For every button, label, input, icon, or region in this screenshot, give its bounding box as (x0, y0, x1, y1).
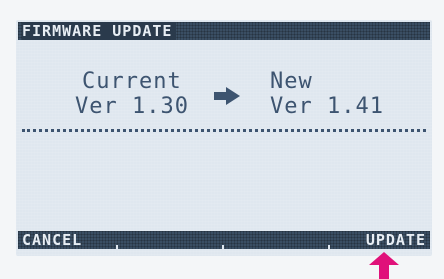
softkey-divider (328, 245, 330, 249)
new-version: Ver 1.41 (270, 94, 384, 119)
device-frame: FIRMWARE UPDATE Current Ver 1.30 New Ver… (0, 0, 444, 279)
screen-title: FIRMWARE UPDATE (22, 22, 177, 40)
cancel-softkey[interactable]: CANCEL (22, 231, 82, 249)
current-label: Current (82, 69, 182, 94)
current-version: Ver 1.30 (75, 94, 189, 119)
pointer-arrow-up-icon (369, 252, 399, 279)
divider (22, 129, 426, 132)
softkey-divider (222, 245, 224, 249)
arrow-right-icon (214, 87, 240, 105)
softkey-divider (116, 245, 118, 249)
title-bar: FIRMWARE UPDATE (18, 22, 430, 40)
new-label: New (270, 69, 313, 94)
lcd-screen (16, 20, 432, 256)
softkey-bar: CANCEL UPDATE (18, 231, 430, 249)
update-softkey[interactable]: UPDATE (366, 231, 426, 249)
